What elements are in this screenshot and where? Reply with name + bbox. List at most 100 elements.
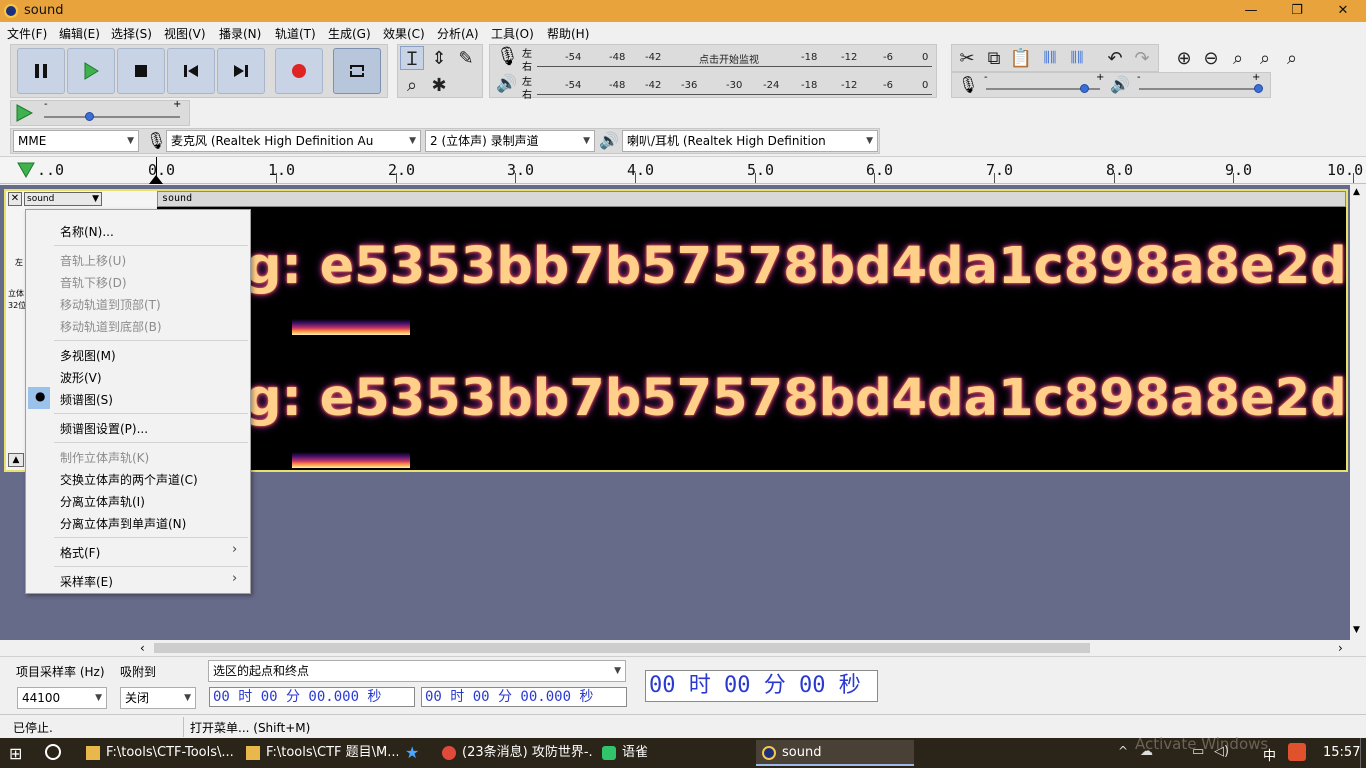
track-close-button[interactable]: ✕ <box>8 192 22 206</box>
playback-volume-knob[interactable] <box>1254 84 1263 93</box>
zoom-in-button[interactable]: ⊕ <box>1172 46 1196 70</box>
selection-start-time[interactable]: 00 时 00 分 00.000 秒 <box>209 687 415 707</box>
paste-button[interactable]: 📋 <box>1009 46 1033 70</box>
search-icon[interactable] <box>45 744 61 760</box>
zoom-tool[interactable]: ⌕ <box>400 73 424 97</box>
zoom-out-button[interactable]: ⊖ <box>1199 46 1223 70</box>
menu-rename[interactable]: 名称(N)... <box>60 223 114 240</box>
project-rate-select[interactable]: 44100 ▼ <box>17 687 107 709</box>
taskbar-yuque[interactable]: 语雀 <box>596 740 754 766</box>
menu-multi-view[interactable]: 多视图(M) <box>60 347 116 364</box>
snap-to-select[interactable]: 关闭 ▼ <box>120 687 196 709</box>
scroll-left-icon[interactable]: ‹ <box>140 641 145 655</box>
scroll-right-icon[interactable]: › <box>1338 641 1343 655</box>
playback-device-select[interactable]: 喇叭/耳机 (Realtek High Definition ▼ <box>622 130 878 152</box>
trim-button[interactable]: ⫼⫼ <box>1038 46 1062 70</box>
ime-indicator[interactable]: 中 <box>1263 745 1276 764</box>
minimize-button[interactable]: — <box>1228 0 1274 22</box>
recording-channels-select[interactable]: 2 (立体声) 录制声道 ▼ <box>425 130 595 152</box>
selection-end-time[interactable]: 00 时 00 分 00.000 秒 <box>421 687 627 707</box>
taskbar-explorer-1[interactable]: F:\tools\CTF-Tools\... <box>80 740 238 766</box>
menu-swap-channels[interactable]: 交换立体声的两个声道(C) <box>60 471 198 488</box>
menu-select[interactable]: 选择(S) <box>111 25 152 42</box>
stop-button[interactable] <box>117 48 165 94</box>
menu-analyze[interactable]: 分析(A) <box>437 25 479 42</box>
vertical-scrollbar[interactable]: ▲ ▼ <box>1350 185 1366 640</box>
menu-spectrogram-settings[interactable]: 频谱图设置(P)... <box>60 420 148 437</box>
cut-button[interactable]: ✂ <box>955 46 979 70</box>
wechat-tray-icon[interactable]: ☁ <box>1140 744 1153 759</box>
taskbar-explorer-2[interactable]: F:\tools\CTF 题目\M... <box>240 740 398 766</box>
sogou-icon[interactable] <box>1288 743 1306 761</box>
pause-button[interactable] <box>17 48 65 94</box>
recording-device-select[interactable]: 麦克风 (Realtek High Definition Au ▼ <box>166 130 421 152</box>
scroll-up-icon[interactable]: ▲ <box>1353 187 1360 197</box>
menu-rate[interactable]: 采样率(E) <box>60 573 113 590</box>
record-tick: -54 <box>565 52 582 63</box>
loop-button[interactable] <box>333 48 381 94</box>
menu-edit[interactable]: 编辑(E) <box>59 25 100 42</box>
selection-mode-select[interactable]: 选区的起点和终点 ▼ <box>208 660 626 682</box>
multi-tool[interactable]: ✱ <box>427 73 451 97</box>
microphone-icon[interactable]: 🎙 <box>496 46 519 67</box>
spectrogram-view[interactable]: g: e5353bb7b57578bd4da1c898a8e2d767 g: e… <box>157 207 1346 470</box>
show-desktop-button[interactable] <box>1360 738 1366 768</box>
undo-button[interactable]: ↶ <box>1103 46 1127 70</box>
volume-icon[interactable]: ◁) <box>1214 744 1229 759</box>
copy-button[interactable]: ⧉ <box>982 46 1006 70</box>
play-button[interactable] <box>67 48 115 94</box>
restore-button[interactable]: ❐ <box>1274 0 1320 22</box>
pinned-app-icon[interactable]: ★ <box>405 743 419 762</box>
menu-split-to-mono[interactable]: 分离立体声到单声道(N) <box>60 515 186 532</box>
menu-file[interactable]: 文件(F) <box>7 25 47 42</box>
pin-play-head-icon[interactable] <box>17 162 35 178</box>
menu-waveform[interactable]: 波形(V) <box>60 369 102 386</box>
clip-header[interactable]: sound <box>157 191 1346 207</box>
clock-time[interactable]: 15:57 <box>1323 745 1360 760</box>
speed-slider[interactable] <box>44 116 180 118</box>
menu-transport[interactable]: 播录(N) <box>219 25 261 42</box>
menu-spectrogram[interactable]: 频谱图(S) <box>60 391 113 408</box>
record-monitor-hint[interactable]: 点击开始监视 <box>699 51 759 66</box>
collapse-track-icon[interactable]: ▲ <box>8 453 24 467</box>
playback-volume-slider[interactable] <box>1139 88 1261 90</box>
menu-generate[interactable]: 生成(G) <box>328 25 371 42</box>
fit-selection-button[interactable]: ⌕ <box>1226 46 1250 70</box>
taskbar-audacity[interactable]: sound <box>756 740 914 766</box>
audio-position-time[interactable]: 00 时 00 分 00 秒 <box>645 670 878 702</box>
menu-effect[interactable]: 效果(C) <box>383 25 425 42</box>
envelope-tool[interactable]: ⇕ <box>427 46 451 70</box>
selection-tool[interactable]: Ｉ <box>400 46 424 70</box>
fit-project-button[interactable]: ⌕ <box>1253 46 1277 70</box>
timeline-ruler[interactable]: ..0 0.0 1.0 2.0 3.0 4.0 5.0 6.0 7.0 8.0 … <box>0 156 1366 184</box>
menu-format[interactable]: 格式(F) <box>60 544 100 561</box>
skip-end-button[interactable] <box>217 48 265 94</box>
network-icon[interactable]: ▭ <box>1192 744 1204 759</box>
record-volume-knob[interactable] <box>1080 84 1089 93</box>
windows-start-icon[interactable]: ⊞ <box>9 744 22 763</box>
menu-split-stereo[interactable]: 分离立体声轨(I) <box>60 493 145 510</box>
speed-knob[interactable] <box>85 112 94 121</box>
skip-start-button[interactable] <box>167 48 215 94</box>
menu-help[interactable]: 帮助(H) <box>547 25 589 42</box>
play-meter-scale[interactable]: -54 -48 -42 -36 -30 -24 -18 -12 -6 0 <box>537 76 932 96</box>
tray-chevron-icon[interactable]: ^ <box>1118 744 1128 758</box>
silence-button[interactable]: ⫼⫼ <box>1065 46 1089 70</box>
record-meter-scale[interactable]: -54 -48 -42 点击开始监视 -18 -12 -6 0 <box>537 48 932 68</box>
taskbar-chrome[interactable]: (23条消息) 攻防世界-... <box>436 740 594 766</box>
zoom-toggle-button[interactable]: ⌕ <box>1280 46 1304 70</box>
draw-tool[interactable]: ✎ <box>454 46 478 70</box>
scroll-down-icon[interactable]: ▼ <box>1353 625 1360 635</box>
menu-view[interactable]: 视图(V) <box>164 25 206 42</box>
menu-tracks[interactable]: 轨道(T) <box>275 25 316 42</box>
track-name-menu[interactable]: sound ▼ <box>24 192 102 206</box>
record-button[interactable] <box>275 48 323 94</box>
speaker-icon[interactable]: 🔊 <box>496 74 517 94</box>
menu-tools[interactable]: 工具(O) <box>491 25 534 42</box>
scroll-thumb[interactable] <box>154 643 1090 653</box>
audio-host-select[interactable]: MME ▼ <box>13 130 139 152</box>
redo-button[interactable]: ↷ <box>1130 46 1154 70</box>
close-button[interactable]: ✕ <box>1320 0 1366 22</box>
horizontal-scrollbar[interactable]: ‹ › <box>138 640 1350 656</box>
play-at-speed-icon[interactable] <box>15 104 33 122</box>
